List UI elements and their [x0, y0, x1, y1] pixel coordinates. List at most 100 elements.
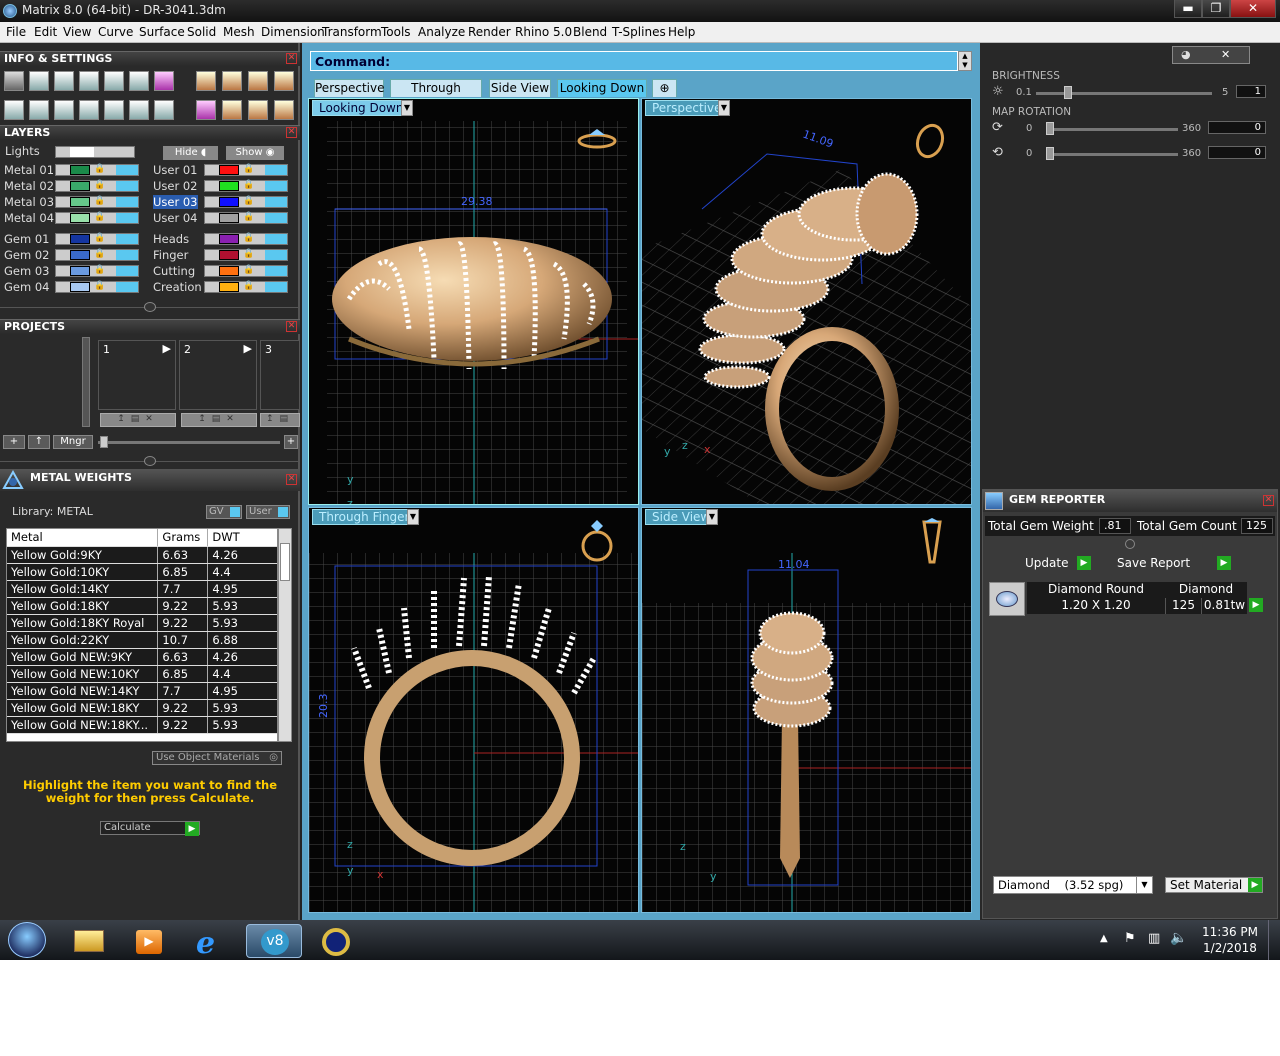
layer-right-label-0[interactable]: User 01	[153, 163, 198, 177]
menu-solid[interactable]: Solid	[187, 25, 216, 39]
close-render-panel-icon[interactable]: ✕	[1221, 48, 1230, 61]
start-button[interactable]	[8, 922, 46, 958]
project-2-actions[interactable]: ↥▤✕	[181, 413, 257, 427]
grid-view-icon[interactable]	[4, 100, 24, 120]
project-slot-1[interactable]: 1 ▶	[98, 340, 176, 410]
layer-left-lock-icon-4[interactable]: 🔒	[94, 233, 105, 243]
layer-right-label-4[interactable]: Heads	[153, 232, 189, 246]
project-slot-3[interactable]: 3	[260, 340, 300, 410]
use-object-materials-button[interactable]: Use Object Materials ◎	[152, 751, 282, 765]
layer-right-color-swatch-4[interactable]	[219, 234, 239, 244]
viewport-looking-down-label[interactable]: Looking Down	[312, 100, 411, 116]
menu-analyze[interactable]: Analyze	[418, 25, 465, 39]
menu-tools[interactable]: Tools	[381, 25, 411, 39]
project-up-button[interactable]: ↑	[28, 435, 50, 449]
layer-right-visibility-icon-3[interactable]	[265, 213, 287, 223]
layer-right-visibility-icon-0[interactable]	[265, 165, 287, 175]
gem-cube-icon[interactable]	[154, 71, 174, 91]
viewport-side-view[interactable]: 11.04 z y Side View ▼	[641, 507, 972, 913]
taskbar-internet-explorer[interactable]: e	[182, 924, 238, 960]
layer-right-controls-4[interactable]: 🔒	[204, 233, 288, 245]
gem-detail-go-icon[interactable]: ▶	[1249, 598, 1263, 612]
layer-right-color-swatch-2[interactable]	[219, 197, 239, 207]
layer-right-lock-icon-1[interactable]: 🔒	[243, 180, 254, 190]
close-button[interactable]: ✕	[1230, 0, 1276, 18]
viewport-looking-down[interactable]: 29.38 y z x Looking Down ▼	[308, 98, 639, 505]
layer-right-label-1[interactable]: User 02	[153, 179, 198, 193]
layer-left-label-1[interactable]: Metal 02	[4, 179, 54, 193]
menu-render[interactable]: Render	[468, 25, 511, 39]
viewport-through-finger-dropdown[interactable]: ▼	[407, 509, 419, 525]
add-view-tab-button[interactable]: ⊕	[652, 79, 677, 97]
pencil-icon[interactable]	[129, 71, 149, 91]
layer-left-controls-2[interactable]: 🔒	[55, 196, 139, 208]
gem-list-item[interactable]: Diamond Round Diamond 1.20 X 1.20 125 0.…	[989, 582, 1271, 616]
viewport-through-finger-label[interactable]: Through Finger	[312, 509, 417, 525]
layer-right-color-swatch-5[interactable]	[219, 250, 239, 260]
layer-left-lock-icon-1[interactable]: 🔒	[94, 180, 105, 190]
cylinder-icon[interactable]	[79, 100, 99, 120]
close-info-icon[interactable]: ✕	[286, 53, 297, 64]
layer-left-color-swatch-7[interactable]	[70, 282, 90, 292]
color-wheel-icon[interactable]: ◕	[1181, 48, 1191, 61]
projects-slider-track[interactable]	[98, 441, 280, 444]
table-row[interactable]: Yellow Gold NEW:18KY 9.22 5.93	[7, 699, 277, 717]
layer-right-label-2[interactable]: User 03	[153, 195, 198, 209]
save-report-button[interactable]: Save Report ▶	[1113, 556, 1231, 572]
layer-left-controls-0[interactable]: 🔒	[55, 164, 139, 176]
layer-left-color-swatch-5[interactable]	[70, 250, 90, 260]
brightness-value[interactable]: 1	[1236, 85, 1266, 98]
add-project-button[interactable]: +	[3, 435, 25, 449]
set-material-button[interactable]: Set Material ▶	[1165, 877, 1263, 893]
table-row[interactable]: Yellow Gold:10KY 6.85 4.4	[7, 563, 277, 581]
rotation1-value[interactable]: 0	[1208, 121, 1266, 134]
viewport-looking-down-dropdown[interactable]: ▼	[401, 100, 413, 116]
tab-through-finger[interactable]: Through Finger	[390, 79, 482, 112]
rotation1-slider-thumb[interactable]	[1046, 122, 1054, 135]
taskbar-explorer[interactable]	[60, 924, 116, 958]
layer-right-controls-7[interactable]: 🔒	[204, 281, 288, 293]
taskbar-media-player[interactable]: ▶	[120, 924, 176, 958]
menu-tsplines[interactable]: T-Splines	[612, 25, 666, 39]
viewport-perspective-dropdown[interactable]: ▼	[718, 100, 730, 116]
project-3-actions[interactable]: ↥▤	[260, 413, 300, 427]
menu-dimension[interactable]: Dimension	[261, 25, 325, 39]
layer-right-label-7[interactable]: Creation	[153, 280, 202, 294]
viewport-looking-down-canvas[interactable]: 29.38 y z x	[309, 99, 639, 505]
network-icon[interactable]: ▥	[1148, 931, 1160, 946]
table-row[interactable]: Yellow Gold:18KY Royal 9.22 5.93	[7, 614, 277, 632]
column-dwt[interactable]: DWT	[207, 529, 277, 547]
layer-left-visibility-icon-3[interactable]	[116, 213, 138, 223]
column-metal[interactable]: Metal	[7, 529, 159, 547]
table-row[interactable]: Yellow Gold NEW:14KY 7.7 4.95	[7, 682, 277, 700]
project-slot-1-play-icon[interactable]: ▶	[163, 342, 171, 355]
layer-left-label-4[interactable]: Gem 01	[4, 232, 49, 246]
gem-material-select[interactable]: Diamond (3.52 spg) ▼	[993, 876, 1153, 894]
filter-icon[interactable]	[104, 100, 124, 120]
close-metal-weights-icon[interactable]: ✕	[286, 474, 297, 485]
layer-left-color-swatch-6[interactable]	[70, 266, 90, 276]
maximize-button[interactable]: ❐	[1202, 0, 1230, 18]
scale-icon[interactable]	[248, 71, 268, 91]
layer-left-visibility-icon-7[interactable]	[116, 282, 138, 292]
viewport-side-view-canvas[interactable]: 11.04 z y	[642, 508, 972, 913]
command-history-scroll[interactable]: ▲ ▼	[958, 51, 972, 71]
projects-slider-thumb[interactable]	[100, 436, 108, 448]
table-row[interactable]: Yellow Gold:9KY 6.63 4.26	[7, 546, 277, 564]
project-add-right-button[interactable]: +	[284, 435, 298, 449]
monitor-icon[interactable]	[29, 100, 49, 120]
layer-left-visibility-icon-0[interactable]	[116, 165, 138, 175]
layer-left-lock-icon-6[interactable]: 🔒	[94, 265, 105, 275]
layer-left-label-3[interactable]: Metal 04	[4, 211, 54, 225]
layers-stack-icon[interactable]	[54, 71, 74, 91]
menu-blend[interactable]: Blend	[573, 25, 607, 39]
menu-mesh[interactable]: Mesh	[223, 25, 255, 39]
layer-right-visibility-icon-6[interactable]	[265, 266, 287, 276]
menu-rhino[interactable]: Rhino 5.0	[515, 25, 572, 39]
snap-icon[interactable]	[196, 71, 216, 91]
layer-right-controls-6[interactable]: 🔒	[204, 265, 288, 277]
volume-icon[interactable]: 🔈	[1170, 930, 1187, 946]
show-desktop-button[interactable]	[1268, 920, 1280, 960]
layer-right-visibility-icon-4[interactable]	[265, 234, 287, 244]
layer-right-color-swatch-1[interactable]	[219, 181, 239, 191]
